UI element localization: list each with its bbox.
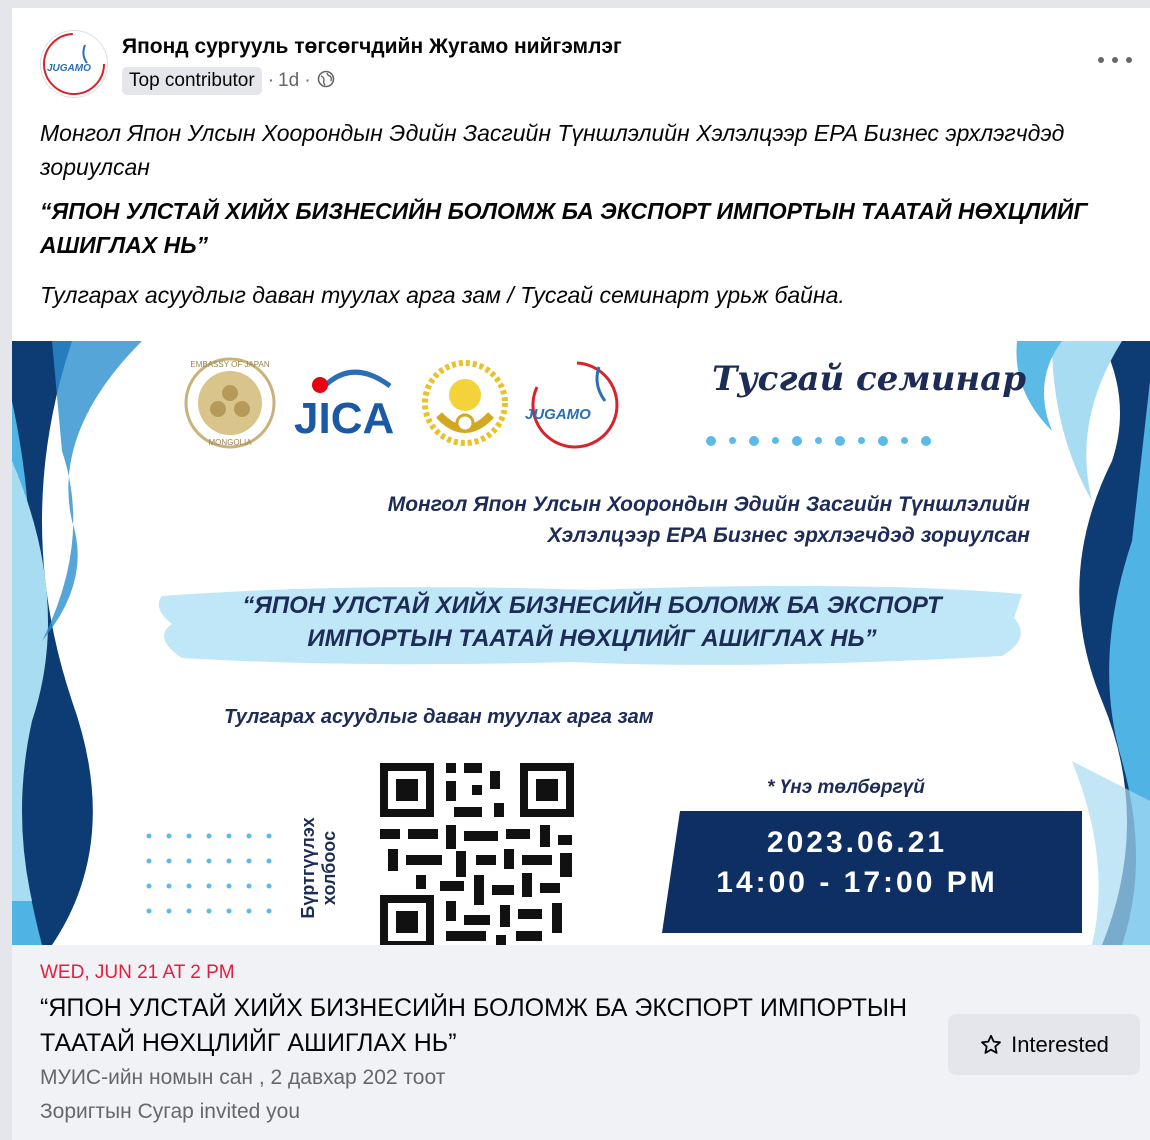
- poster-dot-grid: [146, 833, 272, 914]
- svg-text:JICA: JICA: [294, 394, 394, 441]
- svg-text:EMBASSY OF JAPAN: EMBASSY OF JAPAN: [190, 360, 270, 369]
- interested-button-label: Interested: [1011, 1031, 1109, 1057]
- embassy-of-japan-logo: EMBASSY OF JAPAN MONGOLIA: [184, 357, 276, 449]
- jugamo-logo: JUGAMO: [525, 361, 619, 449]
- page-name-link[interactable]: Японд сургууль төгсөгчдийн Жугамо нийгэм…: [122, 35, 622, 59]
- event-poster-image[interactable]: EMBASSY OF JAPAN MONGOLIA JICA JUGAMO Ту…: [12, 341, 1150, 945]
- poster-headline-line2: ИМПОРТЫН ТААТАЙ НӨХЦЛИЙГ АШИГЛАХ НЬ”: [307, 625, 877, 652]
- page-avatar[interactable]: JUGAMO: [40, 30, 108, 98]
- mongolia-emblem-logo: [422, 360, 508, 446]
- event-date: WED, JUN 21 AT 2 PM: [40, 962, 235, 983]
- interested-button[interactable]: Interested: [948, 1014, 1140, 1075]
- event-invite-note: Зоригтын Сугар invited you: [40, 1100, 301, 1123]
- poster-time: 14:00 - 17:00 PM: [716, 866, 998, 899]
- poster-headline-line1: “ЯПОН УЛСТАЙ ХИЙХ БИЗНЕСИЙН БОЛОМЖ БА ЭК…: [242, 592, 942, 619]
- post-text-line1: Монгол Япон Улсын Хоорондын Эдийн Засгий…: [40, 120, 1065, 180]
- post-timestamp[interactable]: 1d ·: [278, 70, 311, 92]
- registration-label-line2: холбоос: [319, 830, 339, 906]
- poster-subtitle-line2: Хэлэлцээр EPA Бизнес эрхлэгчдэд зориулса…: [547, 524, 1030, 547]
- poster-datetime: 2023.06.21 14:00 - 17:00 PM: [692, 823, 1022, 903]
- more-options-icon[interactable]: [1098, 50, 1132, 70]
- star-icon: [981, 1034, 1001, 1054]
- poster-subtitle: Монгол Япон Улсын Хоорондын Эдийн Засгий…: [388, 489, 1030, 551]
- top-contributor-badge: Top contributor: [122, 67, 262, 95]
- event-location: МУИС-ийн номын сан , 2 давхар 202 тоот: [40, 1066, 446, 1089]
- post-meta: Top contributor · 1d ·: [122, 66, 335, 96]
- poster-dots-decoration: [706, 436, 931, 446]
- registration-label-line1: Бүртгүүлэх: [298, 817, 318, 919]
- svg-text:JUGAMO: JUGAMO: [47, 63, 91, 74]
- globe-icon: [317, 70, 335, 93]
- poster-title: Тусгай семинар: [712, 359, 1027, 399]
- poster-free-note: * Үнэ төлбөргүй: [767, 777, 925, 798]
- post-card: JUGAMO Японд сургууль төгсөгчдийн Жугамо…: [12, 8, 1150, 1140]
- poster-tagline: Тулгарах асуудлыг даван туулах арга зам: [224, 706, 654, 728]
- post-text-title: “ЯПОН УЛСТАЙ ХИЙХ БИЗНЕСИЙН БОЛОМЖ БА ЭК…: [40, 198, 1088, 258]
- meta-separator: ·: [267, 70, 275, 91]
- poster-date: 2023.06.21: [766, 826, 948, 859]
- svg-text:MONGOLIA: MONGOLIA: [208, 438, 252, 447]
- registration-qr-code: [376, 759, 576, 945]
- jica-logo: JICA: [294, 369, 394, 441]
- event-attachment[interactable]: WED, JUN 21 AT 2 PM “ЯПОН УЛСТАЙ ХИЙХ БИ…: [12, 945, 1150, 1140]
- poster-subtitle-line1: Монгол Япон Улсын Хоорондын Эдийн Засгий…: [387, 493, 1030, 516]
- event-title[interactable]: “ЯПОН УЛСТАЙ ХИЙХ БИЗНЕСИЙН БОЛОМЖ БА ЭК…: [40, 991, 920, 1061]
- poster-headline: “ЯПОН УЛСТАЙ ХИЙХ БИЗНЕСИЙН БОЛОМЖ БА ЭК…: [182, 589, 1002, 655]
- post-text-line3: Тулгарах асуудлыг даван туулах арга зам …: [40, 282, 845, 308]
- svg-text:JUGAMO: JUGAMO: [525, 406, 591, 423]
- registration-link-label: Бүртгүүлэх холбоос: [274, 801, 364, 931]
